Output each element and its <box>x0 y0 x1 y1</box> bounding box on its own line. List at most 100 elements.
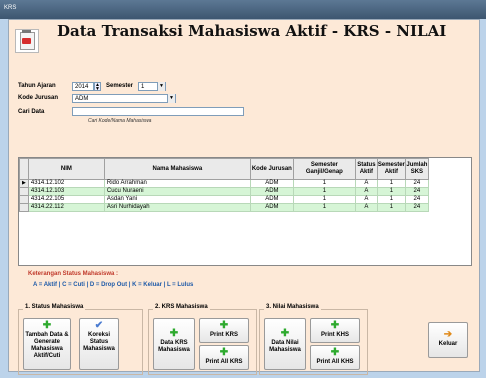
search-input[interactable] <box>72 107 244 116</box>
group-title: 1. Status Mahasiswa <box>23 304 86 310</box>
cell-semester: 1 <box>292 203 356 212</box>
data-grid[interactable]: NIM Nama Mahasiswa Kode Jurusan Semester… <box>18 157 472 266</box>
kode-jurusan-select[interactable]: ADM ▼ <box>72 94 176 103</box>
btn-line: Generate <box>33 339 60 345</box>
tahun-ajaran-input[interactable]: 2014 <box>72 82 94 91</box>
col-semester-aktif[interactable]: Semester Aktif <box>376 158 406 180</box>
group-status-mahasiswa: 1. Status Mahasiswa ✚ Tambah Data & Gene… <box>18 304 143 375</box>
cell-nim: 4314.22.112 <box>27 203 105 212</box>
btn-line: Print KRS <box>209 332 238 338</box>
table-header: NIM Nama Mahasiswa Kode Jurusan Semester… <box>19 158 471 180</box>
col-semester[interactable]: Semester Ganjil/Genap <box>292 158 356 180</box>
row-selector[interactable] <box>19 195 29 204</box>
table-row[interactable]: 4314.12.103 Cucu Nuraeni ADM 1 A 1 24 <box>19 187 471 196</box>
cell-status: A <box>354 195 378 204</box>
plus-icon: ✚ <box>219 320 229 331</box>
table-row[interactable]: ▶ 4314.12.102 Rido Arrahman ADM 1 A 1 24 <box>19 179 471 188</box>
cell-nim: 4314.12.102 <box>27 179 105 188</box>
plus-icon: ✚ <box>219 347 229 358</box>
cell-nama: Asri Nurhidayah <box>103 203 251 212</box>
btn-line: Mahasiswa <box>83 346 115 352</box>
cell-sks: 24 <box>404 187 429 196</box>
data-krs-button[interactable]: ✚ Data KRS Mahasiswa <box>153 318 195 370</box>
group-nilai-mahasiswa: 3. Nilai Mahasiswa ✚ Data Nilai Mahasisw… <box>259 304 368 375</box>
btn-line: Mahasiswa <box>158 347 190 353</box>
cell-semester: 1 <box>292 195 356 204</box>
group-title: 3. Nilai Mahasiswa <box>264 304 321 310</box>
semester-label: Semester <box>106 83 134 89</box>
table-row[interactable]: 4314.22.112 Asri Nurhidayah ADM 1 A 1 24 <box>19 203 471 212</box>
btn-line: Mahasiswa <box>31 346 63 352</box>
cell-nama: Asdan Yani <box>103 195 251 204</box>
data-nilai-button[interactable]: ✚ Data Nilai Mahasiswa <box>264 318 306 370</box>
col-jumlah-sks[interactable]: Jumlah SKS <box>404 158 429 180</box>
print-krs-button[interactable]: ✚ Print KRS <box>199 318 249 343</box>
col-nama[interactable]: Nama Mahasiswa <box>103 158 251 180</box>
page-title: Data Transaksi Mahasiswa Aktif - KRS - N… <box>57 22 447 40</box>
tahun-spinner[interactable]: ▲ ▼ <box>94 82 101 92</box>
tahun-ajaran-label: Tahun Ajaran <box>18 83 56 89</box>
tambah-data-button[interactable]: ✚ Tambah Data & Generate Mahasiswa Aktif… <box>23 318 71 370</box>
plus-icon: ✚ <box>330 347 340 358</box>
semester-value: 1 <box>141 84 145 90</box>
clipboard-icon <box>15 29 39 53</box>
cari-data-label: Cari Data <box>18 109 45 115</box>
cell-semester: 1 <box>292 179 356 188</box>
btn-line: Mahasiswa <box>269 347 301 353</box>
row-pointer-icon[interactable]: ▶ <box>19 179 29 188</box>
koreksi-status-button[interactable]: ✔ Koreksi Status Mahasiswa <box>79 318 119 370</box>
window-title: KRS <box>4 5 17 11</box>
chevron-down-icon[interactable]: ▼ <box>167 94 175 103</box>
cell-semester-aktif: 1 <box>376 195 406 204</box>
print-all-khs-button[interactable]: ✚ Print All KHS <box>310 345 360 370</box>
keluar-button[interactable]: ➔ Keluar <box>428 322 468 358</box>
cell-sks: 24 <box>404 195 429 204</box>
row-selector[interactable] <box>19 187 29 196</box>
cell-nim: 4314.22.105 <box>27 195 105 204</box>
semester-select[interactable]: 1 ▼ <box>138 82 166 91</box>
col-kode-jurusan[interactable]: Kode Jurusan <box>249 158 294 180</box>
row-selector[interactable] <box>19 203 29 212</box>
cell-status: A <box>354 187 378 196</box>
group-title: 2. KRS Mahasiswa <box>153 304 210 310</box>
print-khs-button[interactable]: ✚ Print KHS <box>310 318 360 343</box>
cell-jurusan: ADM <box>249 203 294 212</box>
table-row[interactable]: 4314.22.105 Asdan Yani ADM 1 A 1 24 <box>19 195 471 204</box>
btn-line: Print All KRS <box>205 359 243 365</box>
cell-status: A <box>354 179 378 188</box>
title-bar: KRS <box>0 0 486 19</box>
group-krs-mahasiswa: 2. KRS Mahasiswa ✚ Data KRS Mahasiswa ✚ … <box>148 304 257 375</box>
cell-jurusan: ADM <box>249 187 294 196</box>
btn-line: Print KHS <box>320 332 349 338</box>
btn-line: Keluar <box>438 341 458 347</box>
btn-line: Print All KHS <box>316 359 354 365</box>
cell-nama: Rido Arrahman <box>103 179 251 188</box>
cell-semester-aktif: 1 <box>376 179 406 188</box>
row-selector-header <box>19 158 29 180</box>
cell-sks: 24 <box>404 179 429 188</box>
cell-jurusan: ADM <box>249 179 294 188</box>
print-all-krs-button[interactable]: ✚ Print All KRS <box>199 345 249 370</box>
cell-semester: 1 <box>292 187 356 196</box>
cell-sks: 24 <box>404 203 429 212</box>
legend-title: Keterangan Status Mahasiswa : <box>28 271 119 277</box>
btn-line: Data KRS <box>160 340 188 346</box>
check-icon: ✔ <box>94 320 104 331</box>
kode-jurusan-value: ADM <box>75 96 89 102</box>
cell-status: A <box>354 203 378 212</box>
btn-line: Data Nilai <box>271 340 299 346</box>
btn-line: Koreksi <box>87 332 110 338</box>
legend-items: A = Aktif | C = Cuti | D = Drop Out | K … <box>33 282 194 288</box>
kode-jurusan-label: Kode Jurusan <box>18 95 59 101</box>
main-window: KRS Data Transaksi Mahasiswa Aktif - KRS… <box>0 0 486 378</box>
chevron-down-icon[interactable]: ▼ <box>157 82 165 91</box>
cell-semester-aktif: 1 <box>376 203 406 212</box>
cell-semester-aktif: 1 <box>376 187 406 196</box>
cell-nama: Cucu Nuraeni <box>103 187 251 196</box>
plus-icon: ✚ <box>169 328 179 339</box>
filler <box>428 158 471 180</box>
btn-line: Aktif/Cuti <box>33 353 61 359</box>
col-nim[interactable]: NIM <box>27 158 105 180</box>
btn-line: Tambah Data & <box>25 332 69 338</box>
col-status[interactable]: Status Aktif <box>354 158 378 180</box>
